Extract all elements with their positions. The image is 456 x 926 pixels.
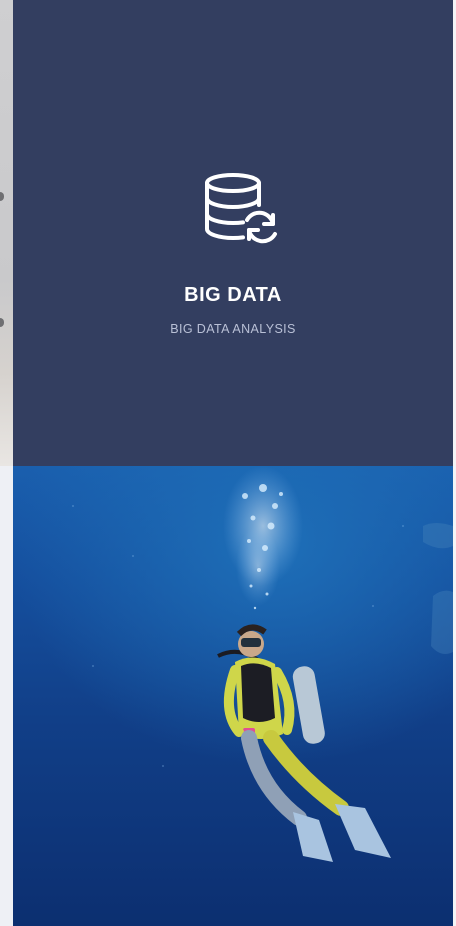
edge-dot <box>0 192 4 201</box>
card-title: BIG DATA <box>184 284 282 306</box>
big-data-card[interactable]: BIG DATA BIG DATA ANALYSIS <box>13 0 453 466</box>
previous-card-edge-bottom <box>0 466 13 926</box>
scuba-diver-image <box>13 466 453 926</box>
database-sync-icon <box>205 173 277 244</box>
previous-card-edge <box>0 0 13 466</box>
card-subtitle: BIG DATA ANALYSIS <box>170 322 296 336</box>
edge-dot <box>0 318 4 327</box>
